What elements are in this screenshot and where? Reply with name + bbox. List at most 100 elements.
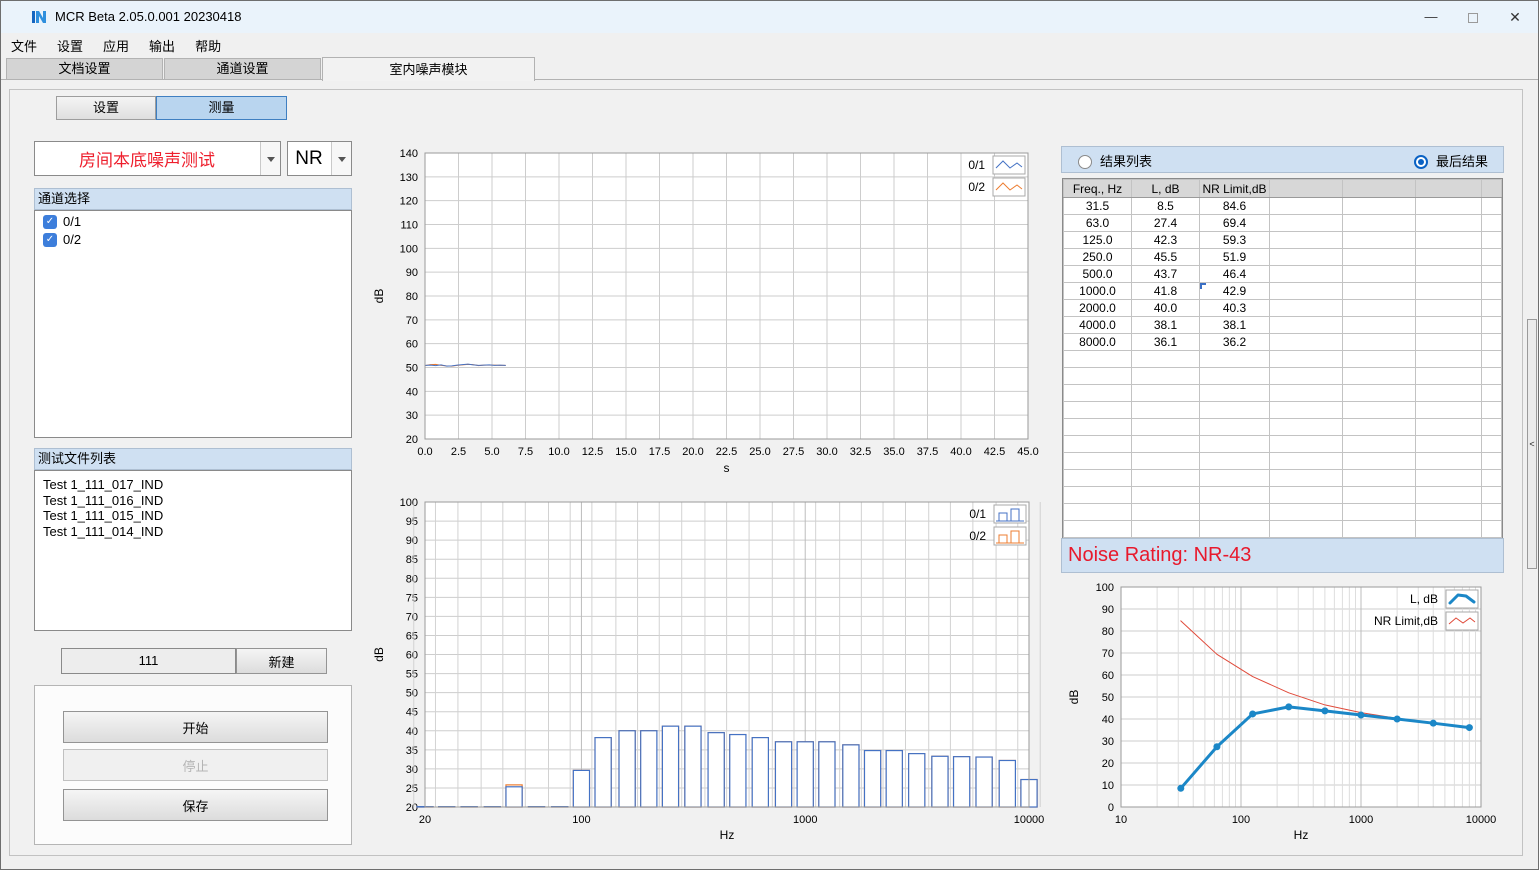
table-cell[interactable] [1416, 385, 1482, 402]
table-cell[interactable] [1064, 419, 1132, 436]
table-cell[interactable]: 4000.0 [1064, 317, 1132, 334]
file-name-input[interactable]: 111 [61, 648, 236, 674]
table-cell[interactable]: 45.5 [1132, 249, 1200, 266]
table-cell[interactable] [1343, 198, 1416, 215]
table-cell[interactable] [1482, 232, 1502, 249]
table-cell[interactable] [1064, 402, 1132, 419]
table-row-empty[interactable] [1064, 436, 1502, 453]
table-cell[interactable] [1270, 283, 1343, 300]
table-cell[interactable] [1416, 436, 1482, 453]
checkbox-checked-icon[interactable]: ✓ [43, 215, 57, 229]
table-cell[interactable] [1200, 504, 1270, 521]
table-cell[interactable] [1270, 402, 1343, 419]
table-cell[interactable] [1200, 521, 1270, 538]
checkbox-checked-icon[interactable]: ✓ [43, 233, 57, 247]
table-row-empty[interactable] [1064, 419, 1502, 436]
last-result-radio[interactable]: 最后结果 [1414, 152, 1488, 172]
table-cell[interactable] [1343, 419, 1416, 436]
test-type-dropdown-button[interactable] [260, 142, 280, 175]
save-button[interactable]: 保存 [63, 789, 328, 821]
table-cell[interactable] [1343, 266, 1416, 283]
file-item-0[interactable]: Test 1_111_017_IND [35, 477, 351, 493]
table-cell[interactable] [1416, 453, 1482, 470]
channel-item-0[interactable]: ✓0/1 [35, 211, 351, 229]
table-row[interactable]: 1000.041.842.9 [1064, 283, 1502, 300]
maximize-button[interactable] [1450, 1, 1496, 33]
table-cell[interactable] [1416, 317, 1482, 334]
table-cell[interactable] [1132, 470, 1200, 487]
table-row-empty[interactable] [1064, 521, 1502, 538]
table-cell[interactable] [1270, 300, 1343, 317]
table-cell[interactable] [1132, 521, 1200, 538]
results-table[interactable]: Freq., HzL, dBNR Limit,dB31.58.584.663.0… [1062, 178, 1503, 539]
table-cell[interactable] [1482, 198, 1502, 215]
table-cell[interactable] [1064, 504, 1132, 521]
table-cell[interactable] [1343, 436, 1416, 453]
table-cell[interactable] [1343, 300, 1416, 317]
close-button[interactable]: ✕ [1492, 1, 1538, 33]
table-cell[interactable]: 42.3 [1132, 232, 1200, 249]
table-cell[interactable] [1270, 317, 1343, 334]
table-row-empty[interactable] [1064, 351, 1502, 368]
channel-item-1[interactable]: ✓0/2 [35, 229, 351, 247]
table-cell[interactable] [1200, 419, 1270, 436]
table-cell[interactable] [1270, 487, 1343, 504]
table-cell[interactable] [1482, 317, 1502, 334]
table-cell[interactable] [1482, 215, 1502, 232]
table-cell[interactable] [1416, 198, 1482, 215]
table-row-empty[interactable] [1064, 402, 1502, 419]
table-cell[interactable] [1416, 402, 1482, 419]
table-cell[interactable] [1132, 436, 1200, 453]
file-item-1[interactable]: Test 1_111_016_IND [35, 493, 351, 509]
table-cell[interactable] [1343, 368, 1416, 385]
menu-item-3[interactable]: 输出 [139, 33, 185, 58]
table-cell[interactable] [1482, 402, 1502, 419]
table-cell[interactable] [1270, 436, 1343, 453]
table-cell[interactable]: 38.1 [1200, 317, 1270, 334]
table-cell[interactable] [1200, 470, 1270, 487]
table-cell[interactable]: 36.2 [1200, 334, 1270, 351]
table-cell[interactable] [1482, 249, 1502, 266]
table-cell[interactable] [1270, 419, 1343, 436]
table-cell[interactable]: 250.0 [1064, 249, 1132, 266]
table-cell[interactable] [1270, 215, 1343, 232]
table-cell[interactable] [1132, 351, 1200, 368]
table-cell[interactable] [1343, 232, 1416, 249]
table-cell[interactable] [1416, 249, 1482, 266]
table-cell[interactable] [1064, 436, 1132, 453]
table-row[interactable]: 250.045.551.9 [1064, 249, 1502, 266]
table-row[interactable]: 63.027.469.4 [1064, 215, 1502, 232]
table-cell[interactable] [1416, 521, 1482, 538]
panel-collapse-splitter[interactable]: < [1527, 319, 1537, 569]
table-cell[interactable]: 51.9 [1200, 249, 1270, 266]
table-cell[interactable] [1270, 504, 1343, 521]
table-row-empty[interactable] [1064, 504, 1502, 521]
table-cell[interactable] [1343, 215, 1416, 232]
table-row-empty[interactable] [1064, 470, 1502, 487]
table-cell[interactable] [1343, 317, 1416, 334]
table-row[interactable]: 4000.038.138.1 [1064, 317, 1502, 334]
table-cell[interactable] [1343, 385, 1416, 402]
table-row-empty[interactable] [1064, 385, 1502, 402]
table-cell[interactable] [1270, 351, 1343, 368]
table-cell[interactable] [1416, 334, 1482, 351]
table-cell[interactable]: 38.1 [1132, 317, 1200, 334]
table-cell[interactable] [1416, 419, 1482, 436]
minimize-button[interactable]: — [1408, 1, 1454, 33]
table-cell[interactable] [1482, 385, 1502, 402]
table-cell[interactable] [1064, 351, 1132, 368]
table-cell[interactable] [1064, 470, 1132, 487]
table-cell[interactable] [1270, 368, 1343, 385]
table-cell[interactable] [1343, 351, 1416, 368]
table-cell[interactable] [1416, 368, 1482, 385]
table-cell[interactable] [1132, 453, 1200, 470]
table-cell[interactable] [1343, 249, 1416, 266]
table-cell[interactable] [1482, 453, 1502, 470]
file-item-3[interactable]: Test 1_111_014_IND [35, 524, 351, 540]
table-cell[interactable] [1416, 470, 1482, 487]
table-cell[interactable] [1132, 504, 1200, 521]
table-cell[interactable] [1270, 453, 1343, 470]
file-item-2[interactable]: Test 1_111_015_IND [35, 508, 351, 524]
tab-0[interactable]: 文档设置 [6, 58, 163, 80]
table-cell[interactable] [1064, 385, 1132, 402]
